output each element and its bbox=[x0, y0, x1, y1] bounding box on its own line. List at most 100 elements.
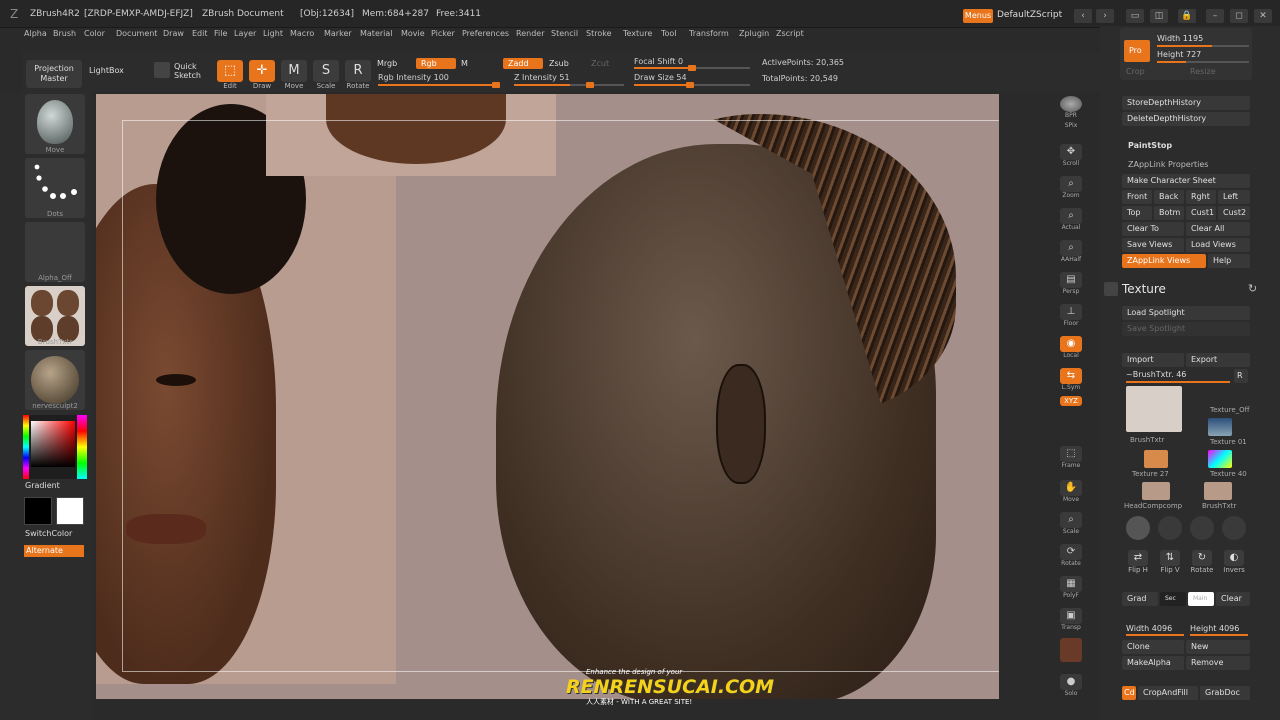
next-icon[interactable]: › bbox=[1096, 9, 1114, 23]
quick-sketch-button[interactable]: Quick Sketch bbox=[154, 60, 212, 94]
zoom-button[interactable]: ⌕ Zoom bbox=[1056, 176, 1086, 204]
mrgb-toggle[interactable]: Mrgb bbox=[372, 58, 402, 69]
paintstop-menu[interactable]: PaintStop bbox=[1128, 141, 1172, 150]
maximize-icon[interactable]: ◻ bbox=[1230, 9, 1248, 23]
texture-blur-dial[interactable] bbox=[1222, 516, 1246, 540]
rgb-toggle[interactable]: Rgb bbox=[416, 58, 456, 69]
menu-edit[interactable]: Edit bbox=[192, 29, 208, 38]
scale-button[interactable]: S Scale bbox=[312, 58, 340, 92]
import-button[interactable]: Import bbox=[1122, 353, 1184, 367]
menu-zscript[interactable]: Zscript bbox=[776, 29, 804, 38]
sec-color-swatch[interactable]: Sec bbox=[1160, 592, 1186, 606]
menus-button[interactable]: Menus bbox=[963, 9, 993, 23]
texture-thumb-40[interactable] bbox=[1208, 450, 1232, 468]
z-intensity-slider[interactable] bbox=[514, 82, 624, 88]
help-button[interactable]: Help bbox=[1208, 254, 1250, 268]
delete-depth-history-button[interactable]: DeleteDepthHistory bbox=[1122, 112, 1250, 126]
actual-button[interactable]: ⌕ Actual bbox=[1056, 208, 1086, 236]
save-views-button[interactable]: Save Views bbox=[1122, 238, 1184, 252]
make-character-sheet-button[interactable]: Make Character Sheet bbox=[1122, 174, 1250, 188]
texture-palette-title[interactable]: Texture bbox=[1122, 282, 1166, 296]
menu-zplugin[interactable]: Zplugin bbox=[739, 29, 769, 38]
cd-toggle[interactable]: Cd bbox=[1122, 686, 1136, 700]
menu-tool[interactable]: Tool bbox=[661, 29, 677, 38]
clone-button[interactable]: Clone bbox=[1122, 640, 1184, 654]
material-selector[interactable] bbox=[25, 350, 85, 410]
bpr-button[interactable]: BPR bbox=[1056, 96, 1086, 124]
solo-button[interactable]: ● Solo bbox=[1056, 674, 1086, 702]
switch-color-button[interactable]: SwitchColor bbox=[25, 529, 72, 538]
texture-onoff-dial[interactable] bbox=[1190, 516, 1214, 540]
hue-ring[interactable] bbox=[77, 415, 87, 479]
crop-button[interactable]: Crop bbox=[1126, 67, 1145, 76]
restore-layout-icon[interactable]: ◫ bbox=[1150, 9, 1168, 23]
view-top-button[interactable]: Top bbox=[1122, 206, 1152, 220]
grad-button[interactable]: Grad bbox=[1122, 592, 1158, 606]
draw-button[interactable]: ✛ Draw bbox=[248, 58, 276, 92]
move-button[interactable]: M Move bbox=[280, 58, 308, 92]
resize-button[interactable]: Resize bbox=[1190, 67, 1216, 76]
lightbox-button[interactable]: LightBox bbox=[89, 66, 124, 75]
menu-picker[interactable]: Picker bbox=[431, 29, 455, 38]
scroll-button[interactable]: ✥ Scroll bbox=[1056, 144, 1086, 172]
scale-view-button[interactable]: ⌕ Scale bbox=[1056, 512, 1086, 540]
document-canvas[interactable] bbox=[96, 94, 999, 699]
texture-selector[interactable] bbox=[25, 286, 85, 346]
texture-thumb-brushtxtr[interactable] bbox=[1126, 386, 1182, 432]
invers-button[interactable]: ◐ Invers bbox=[1220, 548, 1248, 582]
save-spotlight-button[interactable]: Save Spotlight bbox=[1122, 322, 1250, 336]
grabdoc-button[interactable]: GrabDoc bbox=[1200, 686, 1250, 700]
flip-h-button[interactable]: ⇄ Flip H bbox=[1124, 548, 1152, 582]
export-button[interactable]: Export bbox=[1186, 353, 1250, 367]
menu-texture[interactable]: Texture bbox=[623, 29, 652, 38]
prev-icon[interactable]: ‹ bbox=[1074, 9, 1092, 23]
lsym-button[interactable]: ⇆ L.Sym bbox=[1056, 368, 1086, 396]
menu-light[interactable]: Light bbox=[263, 29, 283, 38]
texture-options-dial[interactable] bbox=[1126, 516, 1150, 540]
frame-button[interactable]: ⬚ Frame bbox=[1056, 446, 1086, 474]
menu-draw[interactable]: Draw bbox=[163, 29, 184, 38]
minimize-icon[interactable]: – bbox=[1206, 9, 1224, 23]
texture-rotate-button[interactable]: ↻ Rotate bbox=[1188, 548, 1216, 582]
menu-document[interactable]: Document bbox=[116, 29, 157, 38]
menu-stencil[interactable]: Stencil bbox=[551, 29, 578, 38]
menu-render[interactable]: Render bbox=[516, 29, 544, 38]
zapplink-properties-header[interactable]: ZAppLink Properties bbox=[1128, 160, 1208, 169]
main-color-swatch[interactable]: Main bbox=[1188, 592, 1214, 606]
rotate-view-button[interactable]: ⟳ Rotate bbox=[1056, 544, 1086, 572]
doc-height-slider[interactable] bbox=[1157, 61, 1249, 63]
texture-width-slider[interactable] bbox=[1126, 634, 1184, 636]
zadd-toggle[interactable]: Zadd bbox=[503, 58, 543, 69]
texture-clear-button[interactable]: Clear bbox=[1216, 592, 1250, 606]
menu-color[interactable]: Color bbox=[84, 29, 105, 38]
view-bottom-button[interactable]: Botm bbox=[1154, 206, 1184, 220]
load-spotlight-button[interactable]: Load Spotlight bbox=[1122, 306, 1250, 320]
aahalf-button[interactable]: ⌕ AAHalf bbox=[1056, 240, 1086, 268]
alpha-selector[interactable] bbox=[25, 222, 85, 282]
flip-v-button[interactable]: ⇅ Flip V bbox=[1156, 548, 1184, 582]
focal-shift-slider[interactable] bbox=[634, 65, 750, 71]
menu-stroke[interactable]: Stroke bbox=[586, 29, 612, 38]
texture-thumb-01[interactable] bbox=[1208, 418, 1232, 436]
xyz-button[interactable]: XYZ bbox=[1056, 396, 1086, 410]
view-cust2-button[interactable]: Cust2 bbox=[1218, 206, 1250, 220]
gradient-label[interactable]: Gradient bbox=[25, 481, 60, 490]
zcut-toggle[interactable]: Zcut bbox=[586, 58, 614, 69]
brush-selector[interactable] bbox=[25, 94, 85, 154]
rotate-button[interactable]: R Rotate bbox=[344, 58, 372, 92]
refresh-icon[interactable]: ↻ bbox=[1248, 282, 1257, 295]
draw-size-slider[interactable] bbox=[634, 82, 750, 88]
zsub-toggle[interactable]: Zsub bbox=[544, 58, 574, 69]
primary-color-swatch[interactable] bbox=[24, 497, 52, 525]
clear-to-button[interactable]: Clear To bbox=[1122, 222, 1184, 236]
move-view-button[interactable]: ✋ Move bbox=[1056, 480, 1086, 508]
menu-file[interactable]: File bbox=[214, 29, 227, 38]
doc-width-slider[interactable] bbox=[1157, 45, 1249, 47]
menu-macro[interactable]: Macro bbox=[290, 29, 314, 38]
texture-r-button[interactable]: R bbox=[1234, 369, 1248, 383]
projection-master-button[interactable]: Projection Master bbox=[26, 60, 82, 88]
remove-texture-button[interactable]: Remove bbox=[1186, 656, 1250, 670]
view-back-button[interactable]: Back bbox=[1154, 190, 1184, 204]
texture-height-slider[interactable] bbox=[1190, 634, 1248, 636]
texture-thumb-27[interactable] bbox=[1144, 450, 1168, 468]
